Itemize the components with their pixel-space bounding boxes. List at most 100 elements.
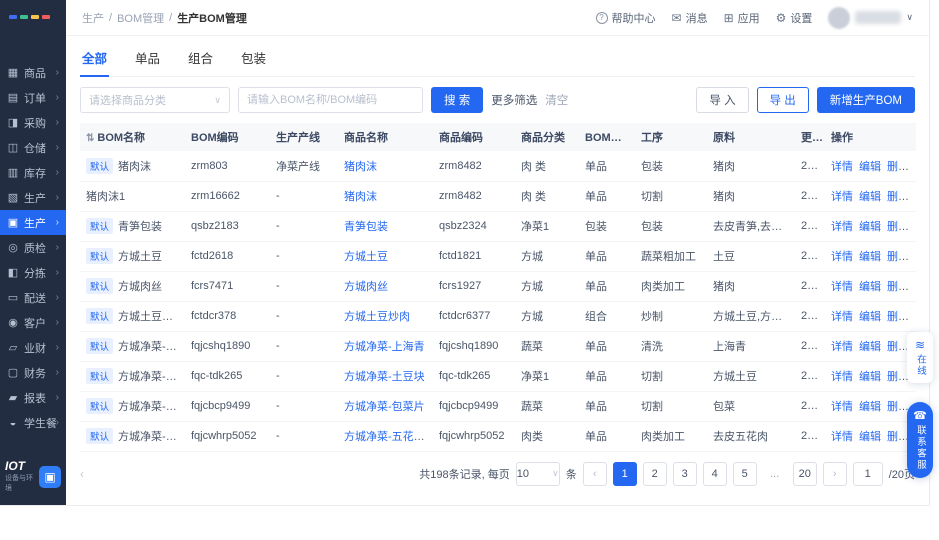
online-widget[interactable]: ≋ 在线 — [907, 332, 933, 383]
column-header-5[interactable]: 商品编码 — [433, 123, 515, 151]
edit-link[interactable]: 编辑 — [859, 431, 881, 443]
page-button-20[interactable]: 20 — [793, 462, 817, 486]
delete-link[interactable]: 删除 — [887, 311, 909, 323]
page-button-1[interactable]: 1 — [613, 462, 637, 486]
detail-link[interactable]: 详情 — [831, 191, 853, 203]
edit-link[interactable]: 编辑 — [859, 311, 881, 323]
delete-link[interactable]: 删除 — [887, 341, 909, 353]
column-header-6[interactable]: 商品分类 — [515, 123, 579, 151]
delete-link[interactable]: 删除 — [887, 251, 909, 263]
delete-link[interactable]: 删除 — [887, 431, 909, 443]
help-center-button[interactable]: ? 帮助中心 — [596, 10, 656, 26]
next-page-button[interactable]: › — [823, 462, 847, 486]
detail-link[interactable]: 详情 — [831, 281, 853, 293]
product-name-link[interactable]: 方城土豆 — [344, 251, 388, 263]
sidebar-item-5[interactable]: ▥库存› — [0, 160, 66, 185]
column-header-4[interactable]: 商品名称 — [338, 123, 433, 151]
edit-link[interactable]: 编辑 — [859, 221, 881, 233]
sidebar-item-13[interactable]: ▢财务› — [0, 360, 66, 385]
app-logo[interactable] — [0, 0, 66, 34]
edit-link[interactable]: 编辑 — [859, 191, 881, 203]
breadcrumb-level-2[interactable]: BOM管理 — [117, 10, 164, 26]
column-header-1[interactable]: ⇅BOM名称 — [80, 123, 185, 151]
sidebar-item-8[interactable]: ◎质检› — [0, 235, 66, 260]
sidebar-item-6[interactable]: ▧生产› — [0, 185, 66, 210]
product-name-link[interactable]: 方城净菜-五花肉片 — [344, 431, 433, 443]
edit-link[interactable]: 编辑 — [859, 161, 881, 173]
detail-link[interactable]: 详情 — [831, 341, 853, 353]
tab-1[interactable]: 全部 — [80, 46, 109, 76]
more-filters-link[interactable]: 更多筛选 — [491, 92, 537, 108]
search-button[interactable]: 搜 索 — [431, 87, 483, 113]
detail-link[interactable]: 详情 — [831, 161, 853, 173]
create-bom-button[interactable]: 新增生产BOM — [817, 87, 915, 113]
edit-link[interactable]: 编辑 — [859, 251, 881, 263]
delete-link[interactable]: 删除 — [887, 371, 909, 383]
edit-link[interactable]: 编辑 — [859, 401, 881, 413]
delete-link[interactable]: 删除 — [887, 161, 909, 173]
sidebar-item-9[interactable]: ◧分拣› — [0, 260, 66, 285]
column-header-10[interactable]: 更新时间 — [795, 123, 825, 151]
tab-3[interactable]: 组合 — [186, 46, 215, 76]
product-name-link[interactable]: 方城净菜-土豆块 — [344, 371, 425, 383]
sidebar-item-7[interactable]: ▣生产› — [0, 210, 66, 235]
product-name-link[interactable]: 猪肉沫 — [344, 191, 377, 203]
tab-4[interactable]: 包装 — [239, 46, 268, 76]
edit-link[interactable]: 编辑 — [859, 371, 881, 383]
edit-link[interactable]: 编辑 — [859, 281, 881, 293]
page-size-select[interactable]: 10 ∨ — [516, 462, 560, 486]
sidebar-item-1[interactable]: ▦商品› — [0, 60, 66, 85]
table-scroll-left-arrow[interactable]: ‹ — [80, 467, 84, 481]
delete-link[interactable]: 删除 — [887, 401, 909, 413]
bom-keyword-input[interactable] — [238, 87, 423, 113]
column-header-9[interactable]: 原料 — [707, 123, 795, 151]
detail-link[interactable]: 详情 — [831, 401, 853, 413]
product-name-link[interactable]: 方城土豆炒肉 — [344, 311, 410, 323]
iot-footer[interactable]: IOT 设备与环境 ▣ — [0, 452, 66, 505]
import-button[interactable]: 导 入 — [696, 87, 748, 113]
breadcrumb-level-1[interactable]: 生产 — [82, 10, 104, 26]
detail-link[interactable]: 详情 — [831, 251, 853, 263]
column-header-11[interactable]: 操作 — [825, 123, 916, 151]
sidebar-item-10[interactable]: ▭配送› — [0, 285, 66, 310]
column-header-7[interactable]: BOM类型 — [579, 123, 635, 151]
sidebar-item-2[interactable]: ▤订单› — [0, 85, 66, 110]
contact-service-widget[interactable]: ☎ 联系客服 — [907, 402, 933, 478]
user-menu[interactable]: ∨ — [828, 7, 913, 29]
column-header-2[interactable]: BOM编码 — [185, 123, 270, 151]
messages-button[interactable]: ✉ 消息 — [672, 10, 708, 26]
delete-link[interactable]: 删除 — [887, 221, 909, 233]
edit-link[interactable]: 编辑 — [859, 341, 881, 353]
delete-link[interactable]: 删除 — [887, 281, 909, 293]
delete-link[interactable]: 删除 — [887, 191, 909, 203]
sidebar-item-3[interactable]: ◨采购› — [0, 110, 66, 135]
detail-link[interactable]: 详情 — [831, 221, 853, 233]
product-name-link[interactable]: 方城肉丝 — [344, 281, 388, 293]
detail-link[interactable]: 详情 — [831, 431, 853, 443]
detail-link[interactable]: 详情 — [831, 371, 853, 383]
clear-filters-link[interactable]: 清空 — [545, 92, 568, 108]
column-header-8[interactable]: 工序 — [635, 123, 707, 151]
sidebar-item-4[interactable]: ◫仓储› — [0, 135, 66, 160]
prev-page-button[interactable]: ‹ — [583, 462, 607, 486]
sidebar-item-14[interactable]: ▰报表› — [0, 385, 66, 410]
sort-icon[interactable]: ⇅ — [86, 133, 94, 144]
settings-button[interactable]: ⚙ 设置 — [776, 10, 813, 26]
sidebar-item-15[interactable]: ◒学生餐› — [0, 410, 66, 435]
product-name-link[interactable]: 猪肉沫 — [344, 161, 377, 173]
category-select[interactable]: 请选择商品分类 ∨ — [80, 87, 230, 113]
product-name-link[interactable]: 青笋包装 — [344, 221, 388, 233]
page-button-3[interactable]: 3 — [673, 462, 697, 486]
detail-link[interactable]: 详情 — [831, 311, 853, 323]
export-button[interactable]: 导 出 — [757, 87, 809, 113]
product-name-link[interactable]: 方城净菜-包菜片 — [344, 401, 425, 413]
tab-2[interactable]: 单品 — [133, 46, 162, 76]
page-button-5[interactable]: 5 — [733, 462, 757, 486]
jump-page-input[interactable] — [853, 462, 883, 486]
apps-button[interactable]: ⊞ 应用 — [724, 10, 760, 26]
column-header-3[interactable]: 生产产线 — [270, 123, 338, 151]
sidebar-item-11[interactable]: ◉客户› — [0, 310, 66, 335]
sidebar-item-12[interactable]: ▱业财› — [0, 335, 66, 360]
product-name-link[interactable]: 方城净菜-上海青 — [344, 341, 425, 353]
page-button-4[interactable]: 4 — [703, 462, 727, 486]
